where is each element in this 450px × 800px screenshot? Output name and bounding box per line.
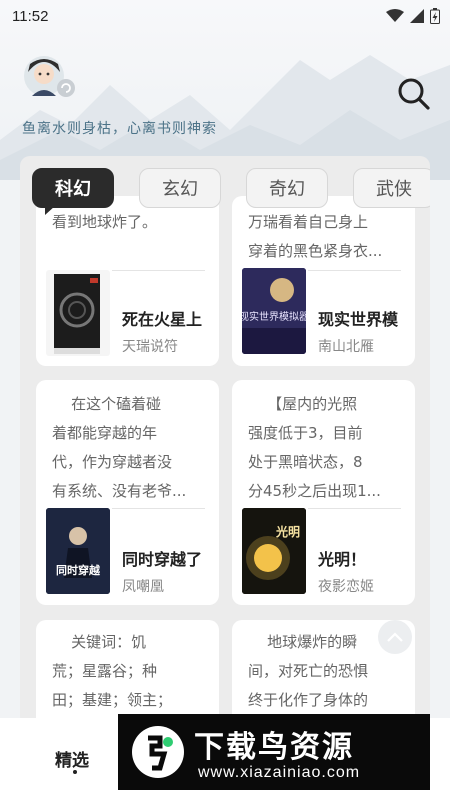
bird-logo-icon bbox=[132, 726, 184, 778]
book-panel: 看到地球炸了。 死在火星上 天瑞说符 万瑞看着自己身上 穿着的黑色紧身衣... … bbox=[20, 156, 430, 726]
book-card[interactable]: 看到地球炸了。 死在火星上 天瑞说符 bbox=[36, 196, 219, 366]
tab-xuanhuan[interactable]: 玄幻 bbox=[139, 168, 221, 208]
book-blurb: 看到地球炸了。 bbox=[52, 213, 158, 231]
cover-text: 同时穿越 bbox=[56, 563, 101, 577]
watermark-title: 下载鸟资源 bbox=[194, 730, 354, 765]
slogan: 鱼离水则身枯，心离书则神索 bbox=[22, 121, 217, 137]
book-author: 凤嘲凰 bbox=[122, 579, 164, 595]
watermark-url: www.xiazainiao.com bbox=[198, 764, 361, 781]
divider bbox=[308, 270, 401, 271]
book-author: 南山北雁 bbox=[318, 339, 374, 355]
book-card[interactable]: 在这个磕着碰 着都能穿越的年 代，作为穿越者没 有系统、没有老爷... 同时穿越… bbox=[36, 380, 219, 605]
status-time: 11:52 bbox=[12, 7, 49, 25]
tab-fantasy[interactable]: 奇幻 bbox=[246, 168, 328, 208]
watermark-banner: 下载鸟资源 www.xiazainiao.com bbox=[118, 714, 430, 790]
book-cover: 同时穿越 bbox=[46, 508, 110, 594]
book-card[interactable]: 关键词：饥 荒；星露谷；种 田；基建；领主； bbox=[36, 620, 219, 726]
book-blurb: 在这个磕着碰 着都能穿越的年 代，作为穿越者没 有系统、没有老爷... bbox=[52, 395, 187, 500]
category-tabs: 科幻 玄幻 奇幻 武侠 bbox=[32, 168, 430, 215]
book-title: 死在火星上 bbox=[122, 310, 203, 329]
status-bar: 11:52 bbox=[0, 0, 450, 32]
book-cover: 光明 bbox=[242, 508, 306, 594]
book-cover bbox=[46, 270, 110, 356]
status-icons bbox=[386, 8, 440, 24]
chevron-up-icon bbox=[387, 632, 403, 642]
divider bbox=[308, 508, 401, 509]
book-author: 天瑞说符 bbox=[122, 339, 178, 355]
cover-text: 现实世界模拟器 bbox=[242, 310, 306, 323]
book-cover: 现实世界模拟器 bbox=[242, 268, 306, 354]
tab-scifi[interactable]: 科幻 bbox=[32, 168, 114, 215]
nav-active-indicator bbox=[73, 770, 77, 774]
book-title: 同时穿越了 bbox=[122, 550, 203, 569]
cover-text: 光明 bbox=[275, 524, 300, 539]
search-button[interactable] bbox=[396, 76, 432, 112]
avatar-icon bbox=[24, 56, 75, 97]
divider bbox=[112, 270, 205, 271]
book-blurb: 万瑞看着自己身上 穿着的黑色紧身衣... bbox=[248, 213, 383, 260]
wifi-icon bbox=[386, 9, 404, 22]
book-card[interactable]: 【屋内的光照 强度低于3，目前 处于黑暗状态，8 分45秒之后出现1... 光明… bbox=[232, 380, 415, 605]
book-author: 夜影恋姬 bbox=[318, 579, 374, 595]
book-blurb: 关键词：饥 荒；星露谷；种 田；基建；领主； bbox=[52, 633, 173, 709]
book-title: 光明！ bbox=[318, 550, 367, 569]
book-blurb: 【屋内的光照 强度低于3，目前 处于黑暗状态，8 分45秒之后出现1... bbox=[248, 395, 381, 500]
tab-wuxia[interactable]: 武侠 bbox=[353, 168, 430, 208]
divider bbox=[112, 508, 205, 509]
avatar[interactable] bbox=[20, 50, 76, 102]
scroll-top-button[interactable] bbox=[378, 620, 412, 654]
battery-icon bbox=[430, 8, 440, 24]
search-icon bbox=[398, 78, 430, 110]
book-title: 现实世界模 bbox=[318, 310, 399, 329]
cell-signal-icon bbox=[410, 9, 424, 23]
nav-featured[interactable]: 精选 bbox=[55, 746, 89, 771]
book-card[interactable]: 万瑞看着自己身上 穿着的黑色紧身衣... 现实世界模拟器 现实世界模 南山北雁 bbox=[232, 196, 415, 366]
